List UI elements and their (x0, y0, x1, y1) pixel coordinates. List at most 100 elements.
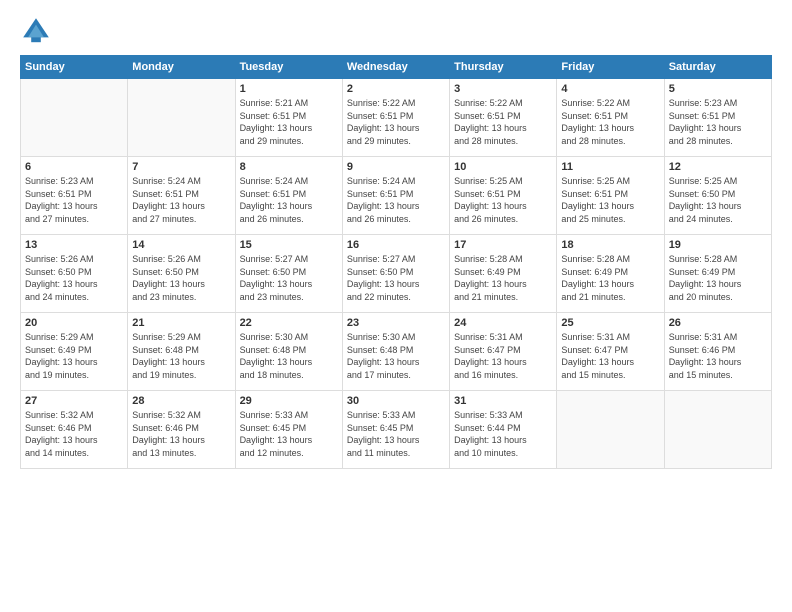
day-number: 26 (669, 317, 767, 329)
day-info: Sunrise: 5:24 AM Sunset: 6:51 PM Dayligh… (347, 175, 445, 225)
day-info: Sunrise: 5:28 AM Sunset: 6:49 PM Dayligh… (669, 253, 767, 303)
day-number: 22 (240, 317, 338, 329)
calendar-cell: 15 Sunrise: 5:27 AM Sunset: 6:50 PM Dayl… (235, 235, 342, 313)
calendar-cell: 13 Sunrise: 5:26 AM Sunset: 6:50 PM Dayl… (21, 235, 128, 313)
calendar-cell: 6 Sunrise: 5:23 AM Sunset: 6:51 PM Dayli… (21, 157, 128, 235)
calendar-cell: 5 Sunrise: 5:23 AM Sunset: 6:51 PM Dayli… (664, 79, 771, 157)
page: SundayMondayTuesdayWednesdayThursdayFrid… (0, 0, 792, 612)
calendar-cell: 31 Sunrise: 5:33 AM Sunset: 6:44 PM Dayl… (450, 391, 557, 469)
day-info: Sunrise: 5:32 AM Sunset: 6:46 PM Dayligh… (132, 409, 230, 459)
day-info: Sunrise: 5:31 AM Sunset: 6:46 PM Dayligh… (669, 331, 767, 381)
day-number: 5 (669, 83, 767, 95)
day-number: 11 (561, 161, 659, 173)
day-info: Sunrise: 5:32 AM Sunset: 6:46 PM Dayligh… (25, 409, 123, 459)
day-number: 21 (132, 317, 230, 329)
day-number: 29 (240, 395, 338, 407)
day-number: 2 (347, 83, 445, 95)
calendar-cell: 27 Sunrise: 5:32 AM Sunset: 6:46 PM Dayl… (21, 391, 128, 469)
calendar-week-2: 6 Sunrise: 5:23 AM Sunset: 6:51 PM Dayli… (21, 157, 772, 235)
day-info: Sunrise: 5:29 AM Sunset: 6:48 PM Dayligh… (132, 331, 230, 381)
calendar-cell: 11 Sunrise: 5:25 AM Sunset: 6:51 PM Dayl… (557, 157, 664, 235)
day-number: 1 (240, 83, 338, 95)
day-info: Sunrise: 5:33 AM Sunset: 6:45 PM Dayligh… (240, 409, 338, 459)
day-number: 13 (25, 239, 123, 251)
day-number: 30 (347, 395, 445, 407)
day-info: Sunrise: 5:25 AM Sunset: 6:51 PM Dayligh… (454, 175, 552, 225)
calendar-cell: 2 Sunrise: 5:22 AM Sunset: 6:51 PM Dayli… (342, 79, 449, 157)
calendar-cell: 14 Sunrise: 5:26 AM Sunset: 6:50 PM Dayl… (128, 235, 235, 313)
calendar-cell (557, 391, 664, 469)
calendar-cell: 25 Sunrise: 5:31 AM Sunset: 6:47 PM Dayl… (557, 313, 664, 391)
day-info: Sunrise: 5:25 AM Sunset: 6:50 PM Dayligh… (669, 175, 767, 225)
calendar-cell: 30 Sunrise: 5:33 AM Sunset: 6:45 PM Dayl… (342, 391, 449, 469)
weekday-header-monday: Monday (128, 56, 235, 79)
calendar-cell (128, 79, 235, 157)
day-info: Sunrise: 5:27 AM Sunset: 6:50 PM Dayligh… (347, 253, 445, 303)
day-info: Sunrise: 5:23 AM Sunset: 6:51 PM Dayligh… (669, 97, 767, 147)
day-info: Sunrise: 5:30 AM Sunset: 6:48 PM Dayligh… (347, 331, 445, 381)
day-number: 6 (25, 161, 123, 173)
day-info: Sunrise: 5:31 AM Sunset: 6:47 PM Dayligh… (561, 331, 659, 381)
logo (20, 15, 56, 47)
day-info: Sunrise: 5:28 AM Sunset: 6:49 PM Dayligh… (454, 253, 552, 303)
weekday-header-wednesday: Wednesday (342, 56, 449, 79)
calendar-cell: 3 Sunrise: 5:22 AM Sunset: 6:51 PM Dayli… (450, 79, 557, 157)
day-number: 15 (240, 239, 338, 251)
day-info: Sunrise: 5:24 AM Sunset: 6:51 PM Dayligh… (132, 175, 230, 225)
day-number: 16 (347, 239, 445, 251)
day-number: 7 (132, 161, 230, 173)
calendar-cell (21, 79, 128, 157)
weekday-header-friday: Friday (557, 56, 664, 79)
day-info: Sunrise: 5:30 AM Sunset: 6:48 PM Dayligh… (240, 331, 338, 381)
day-number: 4 (561, 83, 659, 95)
weekday-header-thursday: Thursday (450, 56, 557, 79)
calendar-cell: 26 Sunrise: 5:31 AM Sunset: 6:46 PM Dayl… (664, 313, 771, 391)
day-info: Sunrise: 5:24 AM Sunset: 6:51 PM Dayligh… (240, 175, 338, 225)
day-info: Sunrise: 5:25 AM Sunset: 6:51 PM Dayligh… (561, 175, 659, 225)
weekday-header-tuesday: Tuesday (235, 56, 342, 79)
day-info: Sunrise: 5:31 AM Sunset: 6:47 PM Dayligh… (454, 331, 552, 381)
calendar-week-1: 1 Sunrise: 5:21 AM Sunset: 6:51 PM Dayli… (21, 79, 772, 157)
day-info: Sunrise: 5:27 AM Sunset: 6:50 PM Dayligh… (240, 253, 338, 303)
day-info: Sunrise: 5:28 AM Sunset: 6:49 PM Dayligh… (561, 253, 659, 303)
day-info: Sunrise: 5:22 AM Sunset: 6:51 PM Dayligh… (454, 97, 552, 147)
calendar-cell: 20 Sunrise: 5:29 AM Sunset: 6:49 PM Dayl… (21, 313, 128, 391)
day-info: Sunrise: 5:33 AM Sunset: 6:45 PM Dayligh… (347, 409, 445, 459)
calendar-cell: 29 Sunrise: 5:33 AM Sunset: 6:45 PM Dayl… (235, 391, 342, 469)
day-number: 12 (669, 161, 767, 173)
calendar-cell: 7 Sunrise: 5:24 AM Sunset: 6:51 PM Dayli… (128, 157, 235, 235)
day-info: Sunrise: 5:22 AM Sunset: 6:51 PM Dayligh… (347, 97, 445, 147)
day-info: Sunrise: 5:29 AM Sunset: 6:49 PM Dayligh… (25, 331, 123, 381)
calendar-week-3: 13 Sunrise: 5:26 AM Sunset: 6:50 PM Dayl… (21, 235, 772, 313)
calendar-cell: 28 Sunrise: 5:32 AM Sunset: 6:46 PM Dayl… (128, 391, 235, 469)
day-number: 3 (454, 83, 552, 95)
calendar-cell: 10 Sunrise: 5:25 AM Sunset: 6:51 PM Dayl… (450, 157, 557, 235)
day-number: 20 (25, 317, 123, 329)
day-number: 25 (561, 317, 659, 329)
calendar-cell (664, 391, 771, 469)
day-number: 10 (454, 161, 552, 173)
day-info: Sunrise: 5:21 AM Sunset: 6:51 PM Dayligh… (240, 97, 338, 147)
day-info: Sunrise: 5:23 AM Sunset: 6:51 PM Dayligh… (25, 175, 123, 225)
day-number: 8 (240, 161, 338, 173)
day-number: 19 (669, 239, 767, 251)
calendar-table: SundayMondayTuesdayWednesdayThursdayFrid… (20, 55, 772, 469)
day-number: 28 (132, 395, 230, 407)
calendar-cell: 18 Sunrise: 5:28 AM Sunset: 6:49 PM Dayl… (557, 235, 664, 313)
calendar-cell: 24 Sunrise: 5:31 AM Sunset: 6:47 PM Dayl… (450, 313, 557, 391)
day-number: 9 (347, 161, 445, 173)
logo-icon (20, 15, 52, 47)
calendar-cell: 19 Sunrise: 5:28 AM Sunset: 6:49 PM Dayl… (664, 235, 771, 313)
calendar-week-4: 20 Sunrise: 5:29 AM Sunset: 6:49 PM Dayl… (21, 313, 772, 391)
day-info: Sunrise: 5:33 AM Sunset: 6:44 PM Dayligh… (454, 409, 552, 459)
day-number: 18 (561, 239, 659, 251)
calendar-cell: 17 Sunrise: 5:28 AM Sunset: 6:49 PM Dayl… (450, 235, 557, 313)
day-number: 23 (347, 317, 445, 329)
calendar-cell: 22 Sunrise: 5:30 AM Sunset: 6:48 PM Dayl… (235, 313, 342, 391)
calendar-cell: 16 Sunrise: 5:27 AM Sunset: 6:50 PM Dayl… (342, 235, 449, 313)
weekday-header-sunday: Sunday (21, 56, 128, 79)
weekday-header-row: SundayMondayTuesdayWednesdayThursdayFrid… (21, 56, 772, 79)
calendar-cell: 12 Sunrise: 5:25 AM Sunset: 6:50 PM Dayl… (664, 157, 771, 235)
calendar-cell: 21 Sunrise: 5:29 AM Sunset: 6:48 PM Dayl… (128, 313, 235, 391)
calendar-cell: 9 Sunrise: 5:24 AM Sunset: 6:51 PM Dayli… (342, 157, 449, 235)
